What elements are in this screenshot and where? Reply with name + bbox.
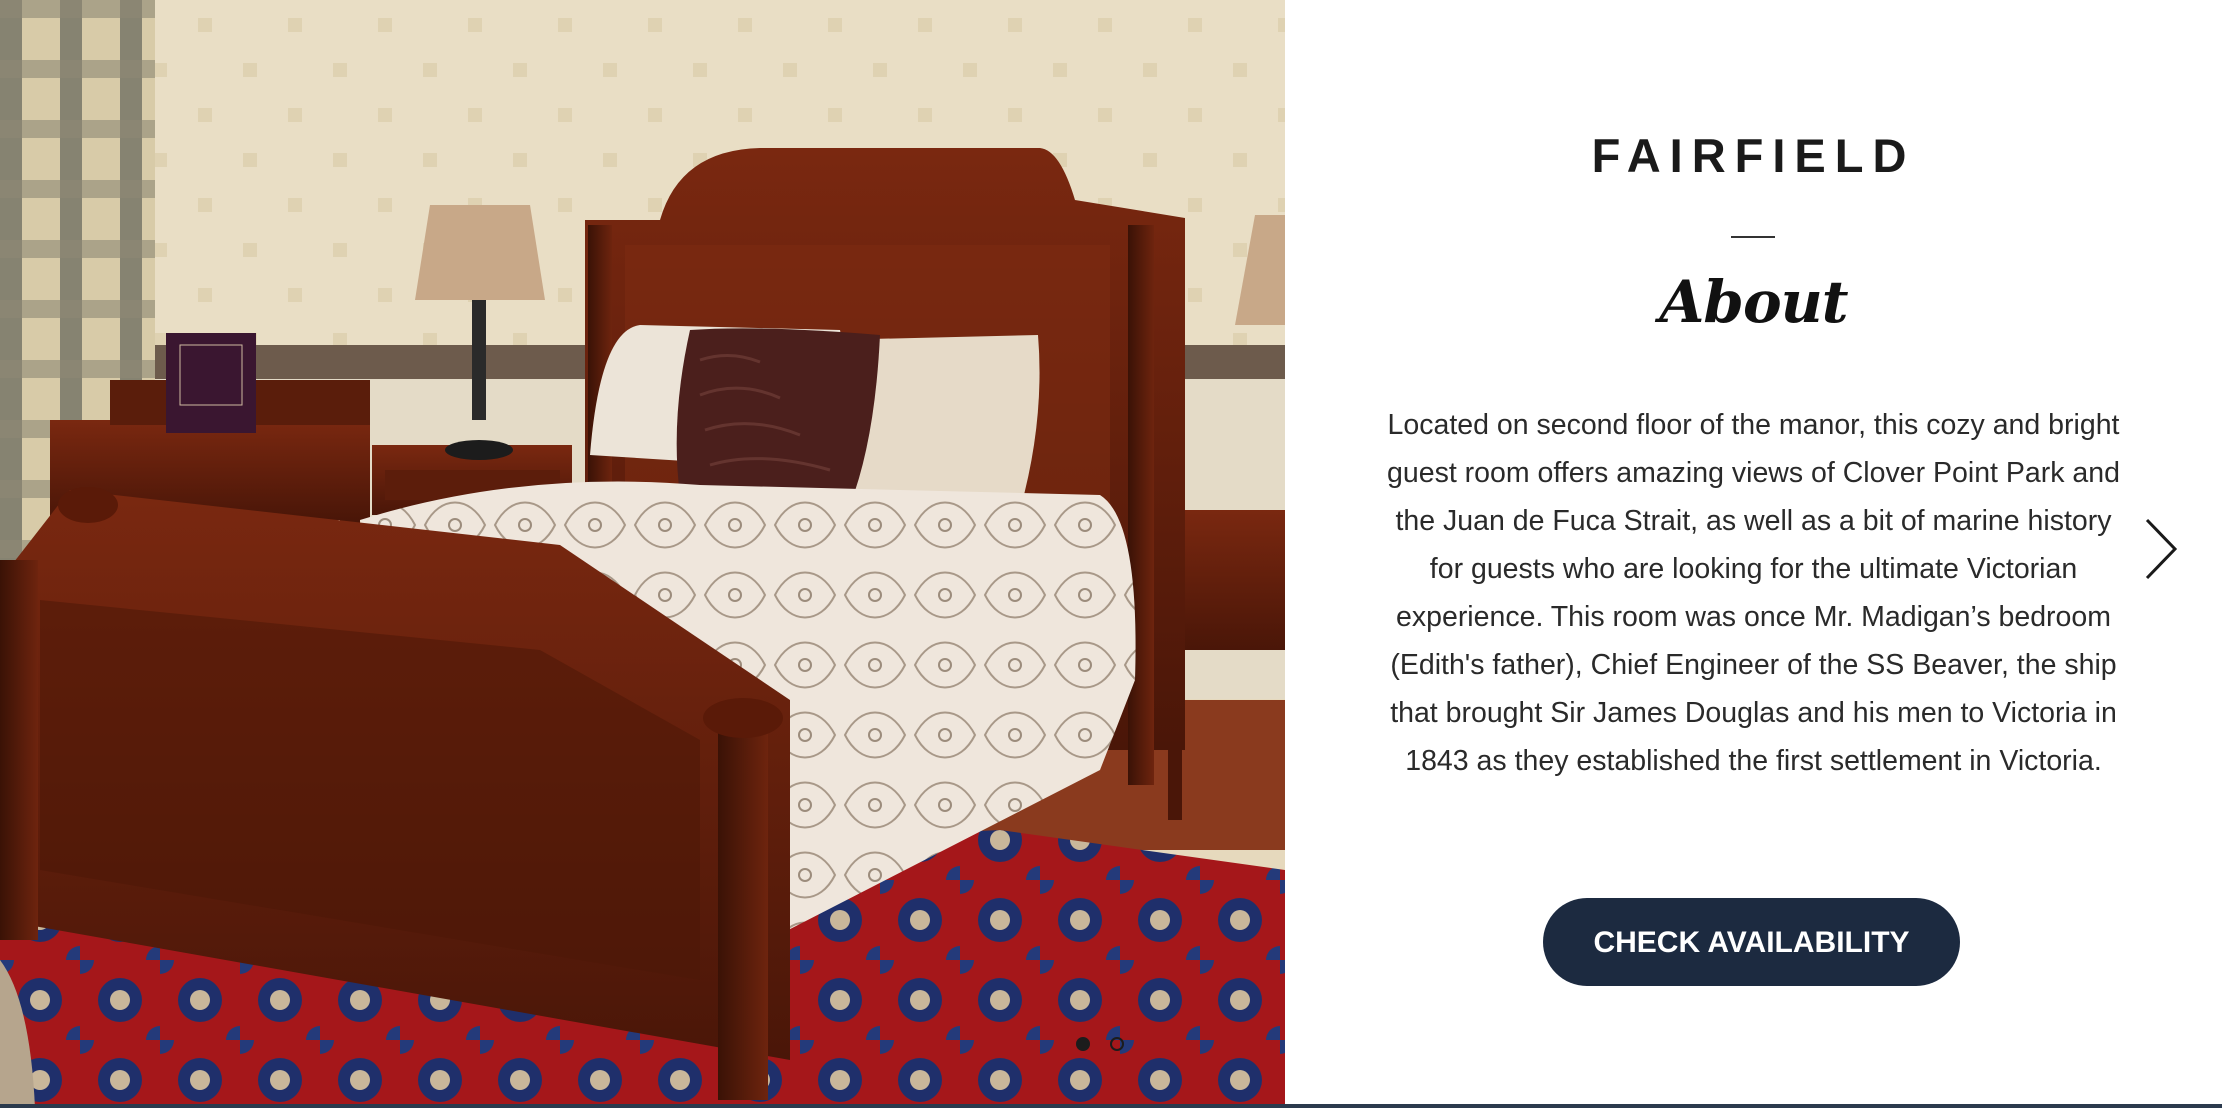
carousel-dot[interactable]	[1076, 1037, 1090, 1051]
bottom-border	[0, 1104, 2222, 1108]
next-slide-button[interactable]	[2141, 516, 2181, 582]
carousel-dot[interactable]	[1110, 1037, 1124, 1051]
section-heading: About	[1659, 268, 1848, 336]
carousel-dots	[1076, 1034, 1124, 1054]
check-availability-button[interactable]: CHECK AVAILABILITY	[1543, 898, 1960, 986]
chevron-right-icon	[2145, 518, 2178, 580]
room-info-panel: FAIRFIELD About Located on second floor …	[1285, 0, 2222, 1108]
room-title: FAIRFIELD	[1591, 129, 1916, 182]
bedroom-illustration	[0, 0, 1285, 1108]
room-description: Located on second floor of the manor, th…	[1387, 409, 2120, 777]
room-photo	[0, 0, 1285, 1108]
title-divider	[1731, 236, 1775, 238]
